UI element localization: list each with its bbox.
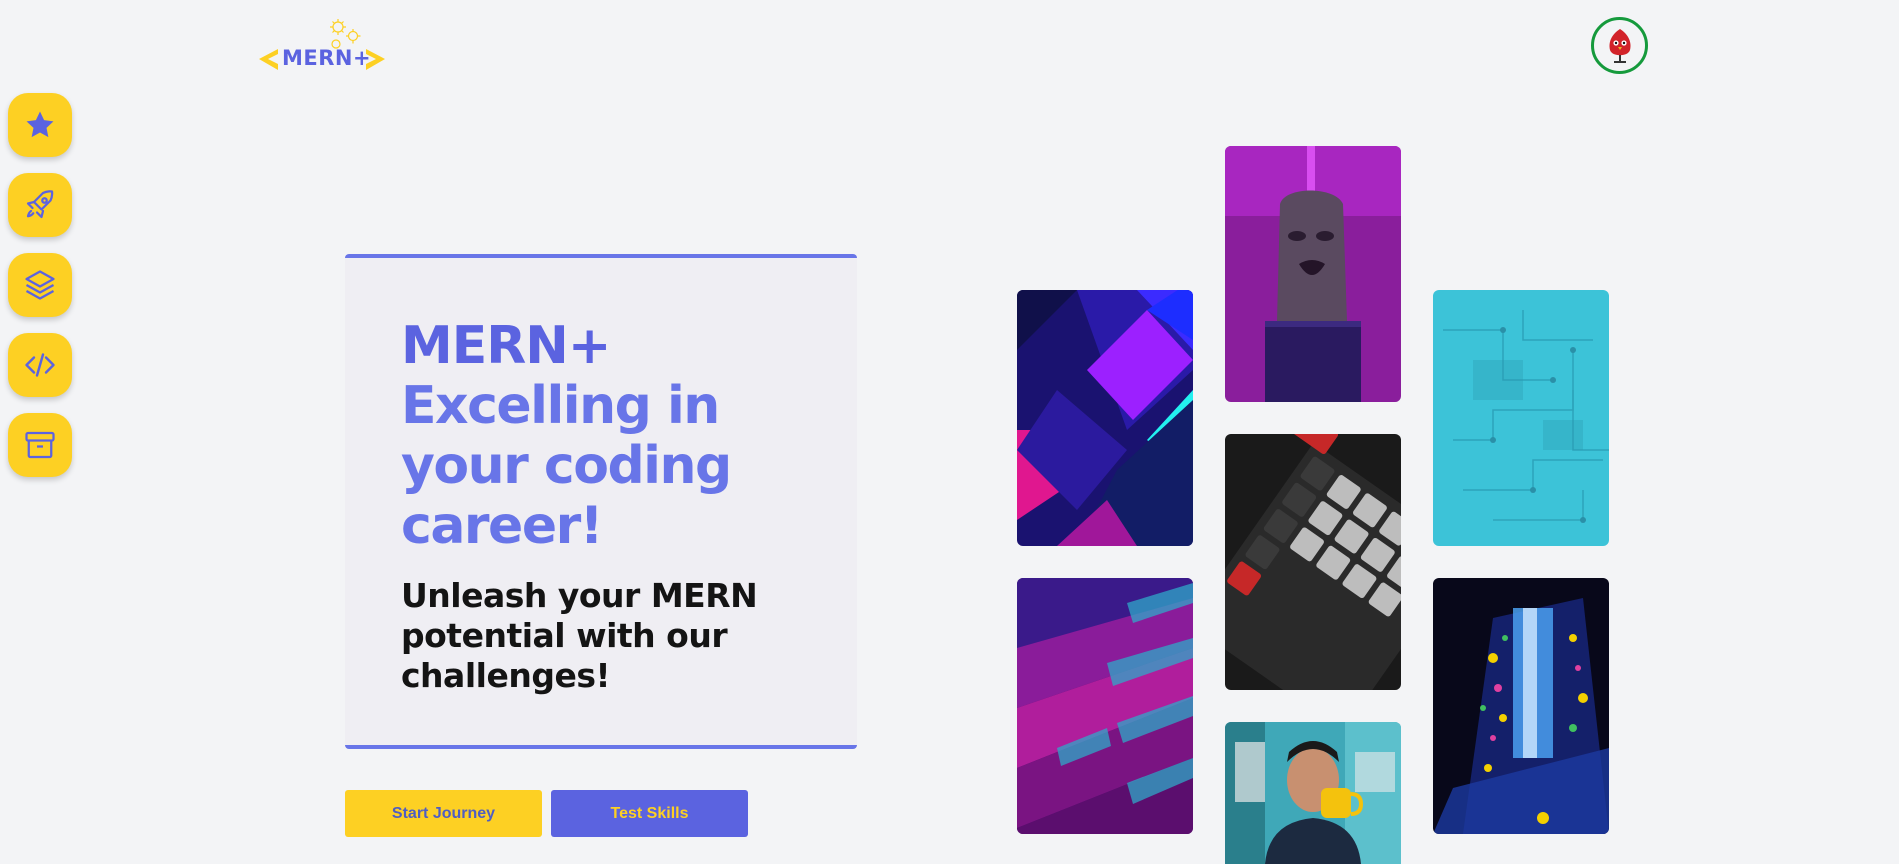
sidebar <box>8 93 72 477</box>
gallery-image-purple-building <box>1017 578 1193 834</box>
gallery-image-abstract-diamonds <box>1017 290 1193 546</box>
logo-text: MERN+ <box>282 46 372 70</box>
red-bird-avatar-icon <box>1608 28 1631 63</box>
sidebar-item-code[interactable] <box>8 333 72 397</box>
sidebar-item-favorites[interactable] <box>8 93 72 157</box>
sidebar-item-launch[interactable] <box>8 173 72 237</box>
hero-title-line-1: Excelling in <box>401 376 720 436</box>
test-skills-button[interactable]: Test Skills <box>551 790 748 837</box>
gallery-image-circuit-board <box>1433 290 1609 546</box>
hero-title-line-3: career! <box>401 496 603 556</box>
hero-brand: MERN+ <box>401 316 611 376</box>
sidebar-item-stack[interactable] <box>8 253 72 317</box>
hero-subtitle-line-2: potential with our <box>401 616 728 655</box>
hero-subtitle-line-3: challenges! <box>401 656 611 695</box>
hero-title-line-2: your coding <box>401 436 732 496</box>
gallery-image-keyboard <box>1225 434 1401 690</box>
hero-subtitle-line-1: Unleash your MERN <box>401 576 758 615</box>
gallery-image-light-waterfall <box>1433 578 1609 834</box>
user-avatar[interactable] <box>1591 17 1648 74</box>
code-icon <box>25 353 55 377</box>
hero-card: MERN+ Excelling in your coding career! U… <box>345 254 857 749</box>
gallery-image-moai-sculpture <box>1225 146 1401 402</box>
start-journey-button[interactable]: Start Journey <box>345 790 542 837</box>
archive-box-icon <box>25 431 55 459</box>
star-icon <box>26 111 54 138</box>
logo[interactable]: MERN+ <box>256 14 388 76</box>
rocket-icon <box>26 190 54 219</box>
gallery-image-man-with-coffee <box>1225 722 1401 864</box>
sidebar-item-archive[interactable] <box>8 413 72 477</box>
layers-icon <box>25 270 55 300</box>
hero-subtitle: Unleash your MERN potential with our cha… <box>401 576 801 696</box>
